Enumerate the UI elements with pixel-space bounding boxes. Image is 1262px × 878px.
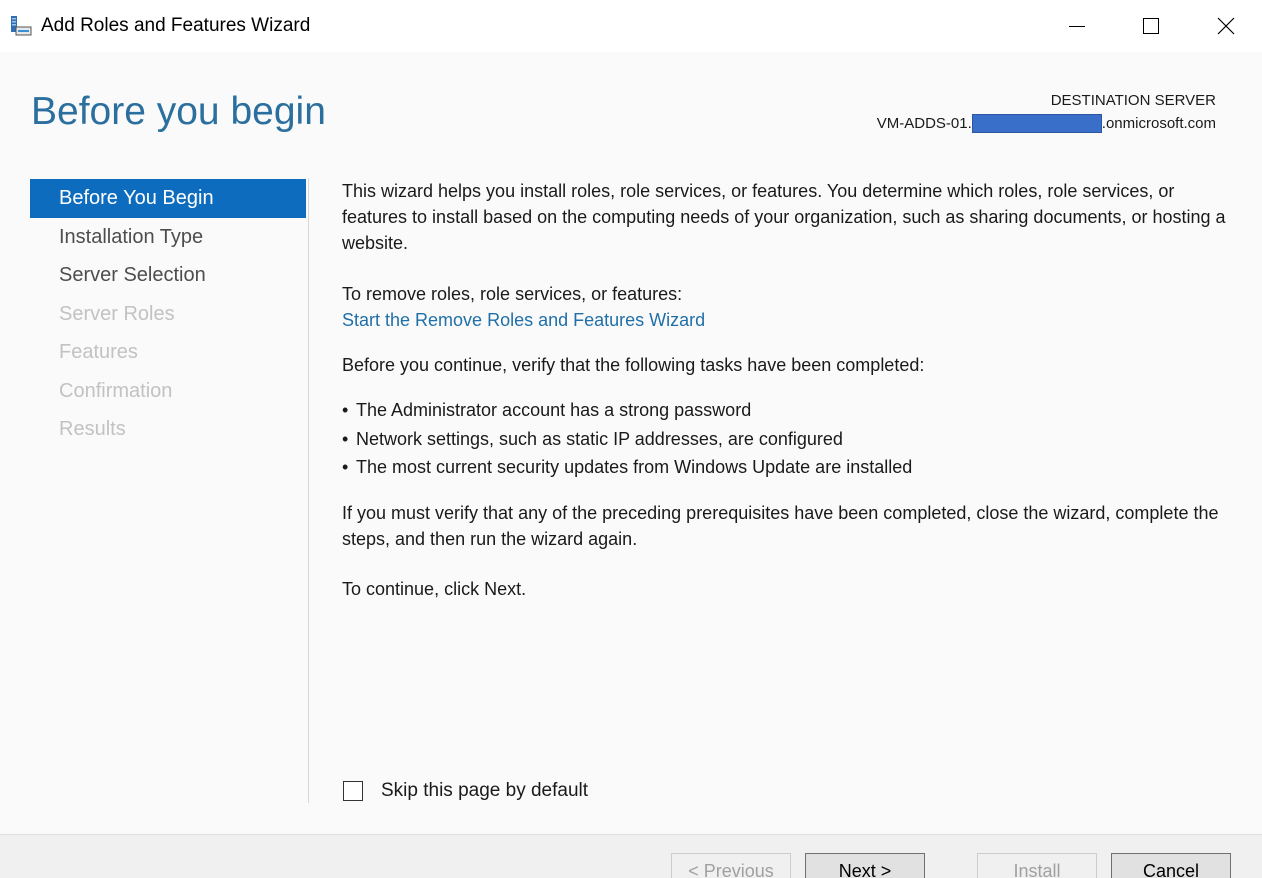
maximize-icon — [1143, 18, 1159, 34]
next-button[interactable]: Next > — [805, 853, 925, 878]
previous-button: < Previous — [671, 853, 791, 878]
nav-item-before-you-begin[interactable]: Before You Begin — [30, 179, 306, 218]
remove-label: To remove roles, role services, or featu… — [342, 284, 683, 304]
redacted-block — [971, 114, 1102, 133]
maximize-button[interactable] — [1128, 0, 1174, 52]
minimize-icon — [1069, 26, 1085, 27]
wizard-content: This wizard helps you install roles, rol… — [342, 178, 1232, 602]
nav-item-installation-type[interactable]: Installation Type — [30, 218, 306, 257]
remove-roles-link[interactable]: Start the Remove Roles and Features Wiza… — [342, 307, 1232, 333]
nav-divider — [308, 178, 309, 803]
nav-item-features: Features — [59, 341, 138, 363]
list-item-text: Network settings, such as static IP addr… — [356, 428, 843, 449]
cancel-button[interactable]: Cancel — [1111, 853, 1231, 878]
nav-item-server-selection[interactable]: Server Selection — [30, 256, 306, 295]
nav-item-results: Results — [59, 418, 126, 440]
page-title: Before you begin — [31, 90, 326, 133]
nav-item-confirmation: Confirmation — [59, 379, 173, 402]
nav-item-server-roles: Server Roles — [59, 302, 175, 325]
wizard-steps-nav: Before You Begin Installation Type Serve… — [30, 179, 306, 449]
server-name-prefix: VM-ADDS-01. — [876, 115, 972, 132]
intro-text: This wizard helps you install roles, rol… — [342, 181, 1226, 253]
bullet-icon: • — [342, 400, 349, 420]
destination-server-name: VM-ADDS-01. .onmicrosoft.com — [877, 114, 1216, 133]
tasks-label: Before you continue, verify that the fol… — [342, 355, 925, 375]
close-button[interactable] — [1203, 0, 1249, 52]
list-item-text: The Administrator account has a strong p… — [356, 400, 752, 420]
wizard-window: Add Roles and Features Wizard Before you… — [0, 0, 1262, 878]
list-item: • The most current security updates from… — [342, 453, 1232, 482]
continue-text: To continue, click Next. — [342, 578, 527, 599]
server-manager-icon — [10, 16, 32, 36]
bullet-icon: • — [342, 428, 349, 449]
verify-text: If you must verify that any of the prece… — [342, 502, 1219, 549]
title-bar[interactable]: Add Roles and Features Wizard — [0, 0, 1262, 52]
server-name-suffix: .onmicrosoft.com — [1101, 115, 1216, 132]
list-item: • The Administrator account has a strong… — [342, 396, 1232, 425]
list-item: • Network settings, such as static IP ad… — [342, 425, 1232, 454]
prerequisite-list: • The Administrator account has a strong… — [342, 396, 1232, 482]
destination-server-label: DESTINATION SERVER — [1050, 92, 1216, 109]
skip-page-checkbox[interactable] — [343, 781, 363, 801]
minimize-button[interactable] — [1054, 0, 1100, 52]
bullet-icon: • — [342, 457, 349, 477]
close-icon — [1217, 17, 1235, 35]
skip-page-label[interactable]: Skip this page by default — [381, 780, 588, 802]
install-button: Install — [977, 853, 1097, 878]
list-item-text: The most current security updates from W… — [356, 457, 913, 477]
wizard-footer: < Previous Next > Install Cancel — [0, 834, 1262, 878]
window-title: Add Roles and Features Wizard — [41, 15, 311, 36]
skip-page-option[interactable]: Skip this page by default — [343, 780, 588, 802]
